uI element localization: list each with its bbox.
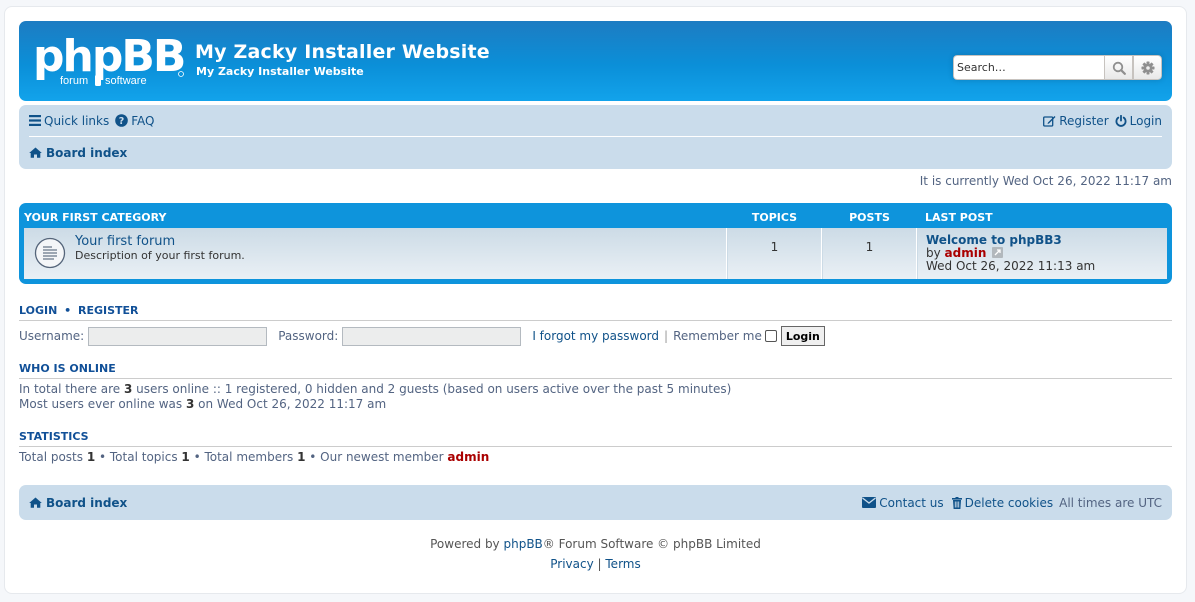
last-post-by: by xyxy=(926,246,941,260)
footer-breadcrumb-board-index[interactable]: Board index xyxy=(29,496,127,510)
topics-column-header: TOPICS xyxy=(751,211,798,224)
advanced-search-button[interactable] xyxy=(1133,55,1162,80)
topics-label: • Total topics xyxy=(95,450,182,464)
contact-us-link[interactable]: Contact us xyxy=(862,495,944,510)
last-post-time: Wed Oct 26, 2022 11:13 am xyxy=(926,259,1096,273)
newest-member-link[interactable]: admin xyxy=(447,450,489,464)
login-link[interactable]: Login xyxy=(1115,114,1162,128)
register-link[interactable]: Register xyxy=(1043,113,1109,128)
forum-title-link[interactable]: Your first forum xyxy=(75,234,245,249)
delete-cookies-link[interactable]: Delete cookies xyxy=(951,495,1054,510)
register-label: Register xyxy=(1059,113,1109,128)
site-title[interactable]: My Zacky Installer Website xyxy=(195,41,490,63)
powered-by-text: Powered by xyxy=(430,537,504,551)
quick-links-label: Quick links xyxy=(44,113,110,128)
statistics-heading: STATISTICS xyxy=(19,430,1172,447)
delete-cookies-label: Delete cookies xyxy=(964,495,1054,510)
online-text-b: users online :: 1 registered, 0 hidden a… xyxy=(132,382,732,396)
footer-separator: | xyxy=(593,557,606,571)
edit-icon xyxy=(1043,115,1056,127)
login-label: Login xyxy=(1129,113,1162,128)
view-latest-post-icon[interactable] xyxy=(992,247,1004,258)
newest-label: • Our newest member xyxy=(305,450,448,464)
logo-sub-right: software xyxy=(105,75,147,87)
username-label: Username: xyxy=(19,329,85,343)
members-label: • Total members xyxy=(189,450,298,464)
heading-separator: • xyxy=(64,304,72,317)
svg-text:?: ? xyxy=(119,116,125,127)
home-icon xyxy=(29,147,42,158)
faq-link[interactable]: ? FAQ xyxy=(115,114,154,128)
navbar: Quick links ? FAQ Register Login Board i… xyxy=(19,105,1172,169)
remember-me-checkbox[interactable] xyxy=(764,330,777,342)
breadcrumb-label: Board index xyxy=(46,145,128,160)
hamburger-icon xyxy=(29,115,41,126)
username-field[interactable] xyxy=(88,326,268,346)
timezone-text: All times are UTC xyxy=(1059,495,1162,510)
login-register-heading: LOGIN • REGISTER xyxy=(19,304,1172,321)
password-label: Password: xyxy=(278,329,339,343)
trash-icon xyxy=(951,496,962,509)
online-users-text: In total there are 3 users online :: 1 r… xyxy=(19,382,1172,412)
pipe-separator: | xyxy=(664,329,669,343)
contact-us-label: Contact us xyxy=(879,495,944,510)
privacy-link[interactable]: Privacy xyxy=(550,557,593,571)
copyright-text: ® Forum Software © phpBB Limited xyxy=(542,537,761,551)
home-icon xyxy=(29,497,42,508)
footer-breadcrumb-label: Board index xyxy=(46,495,128,510)
last-post-title-link[interactable]: Welcome to phpBB3 xyxy=(926,233,1062,247)
total-posts: 1 xyxy=(86,450,96,464)
phpbb-logo-icon: phpBB forum software xyxy=(33,31,186,87)
posts-column-header: POSTS xyxy=(849,211,890,224)
category-link[interactable]: YOUR FIRST CATEGORY xyxy=(24,211,166,224)
terms-link[interactable]: Terms xyxy=(605,557,640,571)
total-topics: 1 xyxy=(181,450,190,464)
category-block: YOUR FIRST CATEGORY TOPICS POSTS LAST PO… xyxy=(19,203,1172,284)
phpbb-link[interactable]: phpBB xyxy=(503,537,542,551)
current-time: It is currently Wed Oct 26, 2022 11:17 a… xyxy=(919,174,1172,188)
search-icon xyxy=(1112,61,1126,75)
forum-read-icon xyxy=(34,237,66,269)
posts-label: Total posts xyxy=(19,450,87,464)
forum-topics-count: 1 xyxy=(727,228,822,279)
category-header: YOUR FIRST CATEGORY TOPICS POSTS LAST PO… xyxy=(24,207,1167,228)
power-icon xyxy=(1115,114,1127,127)
online-text-a: In total there are xyxy=(19,382,124,396)
gear-icon xyxy=(1141,61,1154,74)
search-button[interactable] xyxy=(1104,55,1133,80)
site-logo[interactable]: phpBB forum software xyxy=(33,31,186,89)
last-post-author-link[interactable]: admin xyxy=(945,246,987,260)
record-text-b: on Wed Oct 26, 2022 11:17 am xyxy=(194,397,387,411)
statistics-text: Total posts 1 • Total topics 1 • Total m… xyxy=(19,450,1172,465)
search-input[interactable] xyxy=(953,55,1104,80)
breadcrumb-board-index[interactable]: Board index xyxy=(29,146,127,160)
login-heading-link[interactable]: LOGIN xyxy=(19,304,57,317)
forum-posts-count: 1 xyxy=(822,228,917,279)
remember-me-label: Remember me xyxy=(673,329,762,343)
help-icon: ? xyxy=(115,114,129,127)
password-field[interactable] xyxy=(342,326,522,346)
record-text-a: Most users ever online was xyxy=(19,397,186,411)
footer-navbar: Board index Contact us Delete cookies Al… xyxy=(19,485,1172,520)
quick-links-menu[interactable]: Quick links xyxy=(29,114,109,128)
forum-description: Description of your first forum. xyxy=(75,249,245,262)
register-heading-link[interactable]: REGISTER xyxy=(78,304,139,317)
quick-login-form: Username: Password: I forgot my password… xyxy=(19,326,1172,346)
forum-row: Your first forum Description of your fir… xyxy=(24,228,1167,279)
forgot-password-link[interactable]: I forgot my password xyxy=(532,329,659,343)
logo-sub-left: forum xyxy=(60,75,88,87)
last-post-column-header: LAST POST xyxy=(925,211,993,224)
who-is-online-heading: WHO IS ONLINE xyxy=(19,362,1172,379)
search-box xyxy=(953,55,1162,80)
who-is-online-link[interactable]: WHO IS ONLINE xyxy=(19,362,116,375)
page-wrapper: phpBB forum software My Zacky Installer … xyxy=(4,6,1187,594)
copyright: Powered by phpBB® Forum Software © phpBB… xyxy=(19,534,1172,574)
faq-label: FAQ xyxy=(131,113,155,128)
site-description: My Zacky Installer Website xyxy=(196,65,364,78)
login-button[interactable]: Login xyxy=(780,326,825,346)
header-bar: phpBB forum software My Zacky Installer … xyxy=(19,21,1172,101)
envelope-icon xyxy=(862,497,877,508)
